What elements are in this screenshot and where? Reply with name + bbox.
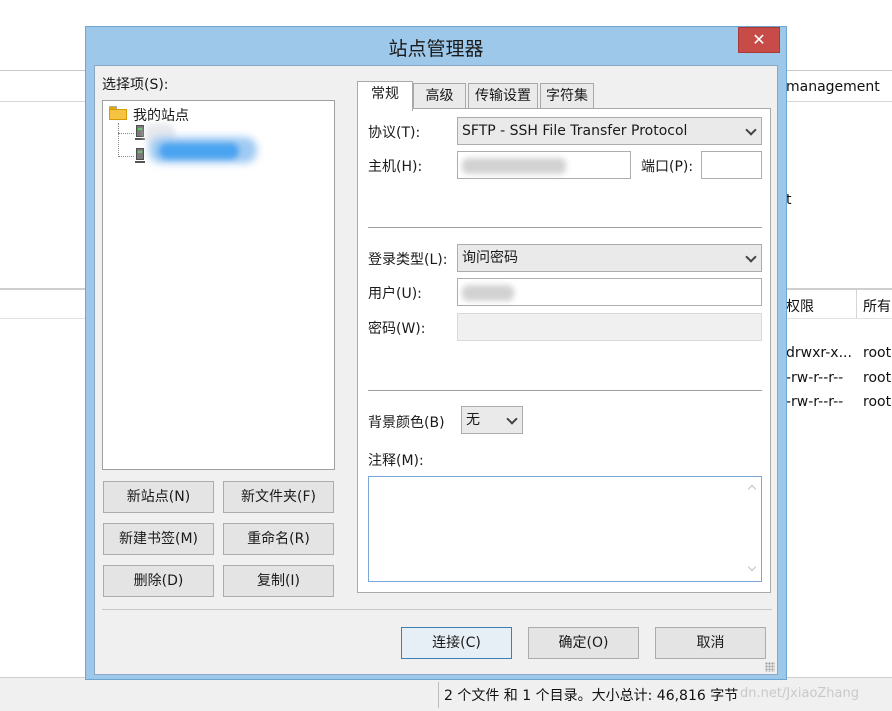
comments-scrollbar[interactable] (744, 477, 761, 581)
file-row-permissions[interactable]: -rw-r--r-- (786, 370, 843, 386)
logon-type-label: 登录类型(L): (368, 252, 448, 268)
status-bar: 2 个文件 和 1 个目录。大小总计: 46,816 字节 dn.net/Jxi… (0, 677, 892, 711)
redacted-host-value (462, 158, 566, 174)
redaction-overlay (159, 143, 239, 159)
general-tab-panel: 协议(T): SFTP - SSH File Transfer Protocol… (357, 108, 771, 593)
port-input[interactable] (701, 151, 762, 179)
comments-textarea[interactable] (368, 476, 762, 582)
footer-divider (102, 609, 772, 610)
dialog-title: 站点管理器 (388, 38, 484, 60)
column-header-owner[interactable]: 所有 (863, 296, 891, 316)
redacted-user-value (462, 285, 514, 301)
dialog-client-area: 选择项(S): 我的站点 新站点(N) 新文件夹(F) 新建书签(M) 重命名(… (94, 65, 778, 675)
section-divider (368, 390, 762, 391)
protocol-value: SFTP - SSH File Transfer Protocol (462, 123, 688, 139)
ok-button[interactable]: 确定(O) (528, 627, 639, 659)
tab-transfer-settings[interactable]: 传输设置 (468, 83, 538, 109)
new-folder-button[interactable]: 新文件夹(F) (223, 481, 334, 513)
column-separator[interactable] (856, 290, 857, 318)
port-label: 端口(P): (641, 159, 694, 175)
delete-button[interactable]: 删除(D) (103, 565, 214, 597)
server-icon (135, 148, 145, 166)
site-manager-dialog: 站点管理器 ✕ 选择项(S): 我的站点 新站点(N) 新文件夹(F) 新建书签… (85, 26, 787, 680)
watermark-text: dn.net/JxiaoZhang (740, 686, 859, 701)
scroll-down-icon[interactable] (747, 562, 757, 572)
background-color-select[interactable]: 无 (461, 406, 523, 434)
cancel-button[interactable]: 取消 (655, 627, 766, 659)
tab-general[interactable]: 常规 (357, 81, 413, 111)
logon-type-value: 询问密码 (462, 250, 518, 266)
user-label: 用户(U): (368, 286, 422, 302)
close-icon: ✕ (752, 30, 766, 49)
user-input[interactable] (457, 278, 762, 306)
rename-button[interactable]: 重命名(R) (223, 523, 334, 555)
comments-label: 注释(M): (368, 453, 424, 469)
status-summary-text: 2 个文件 和 1 个目录。大小总计: 46,816 字节 (444, 688, 739, 704)
tree-connector (118, 156, 134, 157)
site-tree[interactable]: 我的站点 (102, 100, 335, 470)
host-label: 主机(H): (368, 159, 423, 175)
logon-type-select[interactable]: 询问密码 (457, 244, 762, 272)
select-entry-label: 选择项(S): (102, 77, 169, 93)
connect-button[interactable]: 连接(C) (401, 627, 512, 659)
chevron-down-icon (506, 413, 518, 425)
resize-grip-icon[interactable] (765, 662, 775, 672)
section-divider (368, 227, 762, 228)
tab-advanced[interactable]: 高级 (413, 83, 466, 109)
new-bookmark-button[interactable]: 新建书签(M) (103, 523, 214, 555)
chevron-down-icon (745, 251, 757, 263)
new-site-button[interactable]: 新站点(N) (103, 481, 214, 513)
password-label: 密码(W): (368, 321, 426, 337)
chevron-down-icon (745, 124, 757, 136)
tree-connector (118, 123, 119, 157)
file-row-owner[interactable]: root (863, 370, 891, 386)
status-separator (438, 682, 439, 708)
file-row-owner[interactable]: root (863, 345, 891, 361)
column-header-permissions[interactable]: 权限 (786, 296, 814, 316)
file-row-permissions[interactable]: drwxr-x... (786, 345, 852, 361)
host-input[interactable] (457, 151, 631, 179)
tree-root-my-sites[interactable]: 我的站点 (133, 105, 189, 125)
file-row-permissions[interactable]: -rw-r--r-- (786, 394, 843, 410)
protocol-label: 协议(T): (368, 125, 421, 141)
file-row-owner[interactable]: root (863, 394, 891, 410)
server-icon (135, 125, 145, 143)
background-color-value: 无 (466, 412, 480, 428)
background-remote-path-text: management (786, 79, 880, 95)
protocol-select[interactable]: SFTP - SSH File Transfer Protocol (457, 117, 762, 145)
close-button[interactable]: ✕ (738, 27, 780, 53)
tree-connector (118, 133, 134, 134)
password-input (457, 313, 762, 341)
tab-charset[interactable]: 字符集 (540, 83, 594, 109)
scroll-up-icon[interactable] (747, 484, 757, 494)
copy-button[interactable]: 复制(I) (223, 565, 334, 597)
background-color-label: 背景颜色(B) (368, 415, 445, 431)
folder-icon (109, 106, 127, 120)
dialog-titlebar[interactable]: 站点管理器 ✕ (86, 27, 786, 65)
